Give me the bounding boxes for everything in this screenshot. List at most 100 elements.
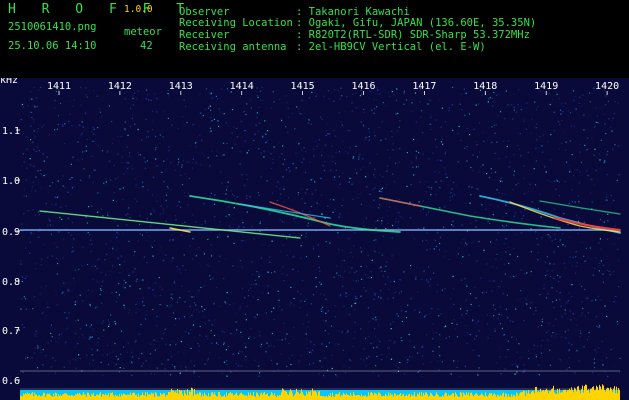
noise-speck: [352, 256, 354, 258]
noise-speck: [217, 236, 219, 238]
noise-speck: [293, 304, 295, 306]
noise-speck: [412, 235, 414, 237]
noise-speck: [201, 306, 203, 308]
noise-speck: [236, 136, 238, 138]
noise-speck: [526, 303, 528, 305]
noise-speck: [109, 179, 112, 181]
receiver-label: Receiver: [179, 29, 230, 41]
noise-speck: [368, 97, 370, 99]
freq-tick-label: 1.1: [2, 126, 20, 137]
noise-speck: [126, 224, 128, 226]
noise-speck: [60, 206, 62, 208]
noise-speck: [107, 150, 109, 152]
noise-speck: [423, 363, 425, 365]
noise-speck: [300, 245, 302, 247]
noise-speck: [568, 366, 570, 369]
noise-speck: [475, 323, 477, 325]
noise-speck: [380, 190, 382, 193]
noise-speck: [159, 143, 161, 145]
noise-speck: [483, 249, 485, 251]
noise-speck: [35, 330, 37, 332]
level-bar: [223, 395, 224, 400]
noise-speck: [93, 128, 95, 130]
noise-speck: [195, 146, 197, 148]
noise-speck: [199, 93, 201, 95]
noise-speck: [104, 259, 106, 261]
noise-speck: [63, 294, 66, 296]
noise-speck: [398, 227, 400, 229]
noise-speck: [225, 193, 227, 195]
noise-speck: [303, 147, 305, 149]
noise-speck: [498, 157, 500, 160]
noise-speck: [584, 144, 586, 146]
noise-speck: [226, 142, 228, 145]
noise-speck: [92, 328, 94, 330]
level-bar: [345, 395, 346, 400]
noise-speck: [464, 114, 466, 116]
noise-speck: [616, 321, 619, 323]
level-bar: [492, 395, 493, 400]
noise-speck: [145, 89, 148, 91]
noise-speck: [553, 180, 555, 182]
noise-speck: [42, 153, 44, 155]
noise-speck: [74, 346, 76, 348]
level-bar: [460, 392, 461, 400]
noise-speck: [36, 106, 38, 108]
noise-speck: [533, 344, 535, 346]
noise-speck: [86, 96, 88, 98]
level-bar: [348, 395, 349, 400]
level-bar: [451, 394, 452, 400]
noise-speck: [432, 152, 434, 154]
level-bar: [432, 394, 433, 400]
time-tick-label: 1411: [47, 81, 71, 92]
noise-speck: [245, 346, 247, 348]
noise-speck: [51, 203, 53, 206]
level-bar: [226, 392, 227, 400]
noise-speck: [236, 127, 238, 129]
noise-speck: [583, 129, 585, 131]
noise-speck: [117, 176, 119, 179]
noise-speck: [231, 147, 233, 149]
noise-speck: [578, 182, 580, 184]
noise-speck: [166, 305, 168, 307]
level-bar: [102, 394, 103, 400]
noise-speck: [208, 319, 210, 321]
level-bar: [352, 396, 353, 400]
noise-speck: [538, 374, 540, 376]
noise-speck: [426, 279, 428, 281]
noise-speck: [89, 363, 91, 365]
noise-speck: [34, 347, 36, 349]
noise-speck: [537, 252, 539, 254]
noise-speck: [236, 196, 238, 198]
level-bar: [135, 394, 136, 400]
level-bar: [64, 393, 65, 400]
noise-speck: [312, 248, 315, 250]
noise-speck: [129, 285, 131, 287]
noise-speck: [119, 264, 121, 266]
noise-speck: [501, 180, 503, 182]
noise-speck: [72, 156, 74, 158]
noise-speck: [71, 358, 73, 360]
noise-speck: [250, 287, 252, 289]
level-bar: [290, 389, 291, 400]
noise-speck: [196, 295, 198, 297]
noise-speck: [388, 340, 390, 342]
noise-speck: [361, 93, 363, 95]
level-bar: [321, 395, 322, 400]
noise-speck: [105, 181, 107, 183]
noise-speck: [318, 266, 320, 269]
noise-speck: [589, 101, 591, 103]
noise-speck: [56, 196, 58, 198]
level-bar: [216, 396, 217, 400]
noise-speck: [144, 161, 146, 163]
level-bar: [31, 393, 32, 400]
noise-speck: [238, 352, 240, 354]
level-bar: [302, 392, 303, 400]
noise-speck: [262, 135, 264, 137]
noise-speck: [213, 203, 215, 205]
level-bar: [592, 387, 593, 400]
noise-speck: [123, 260, 125, 262]
noise-speck: [90, 337, 92, 339]
noise-speck: [136, 200, 138, 202]
level-bar: [465, 395, 466, 400]
